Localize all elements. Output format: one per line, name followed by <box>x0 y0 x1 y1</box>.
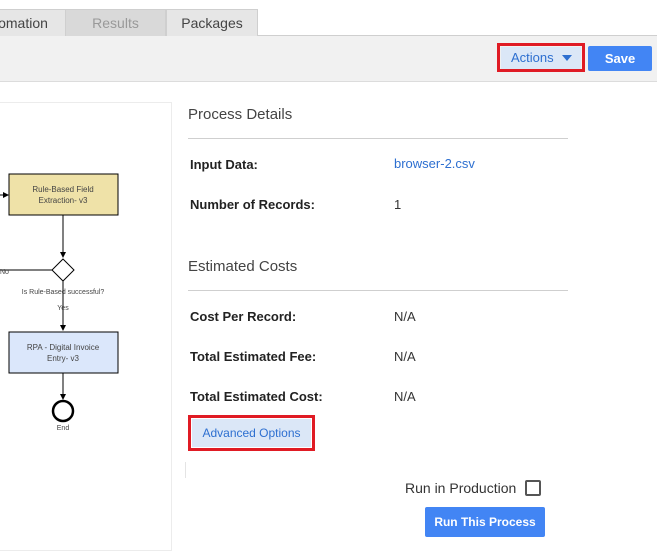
run-process-button[interactable]: Run This Process <box>425 507 545 537</box>
input-data-link[interactable]: browser-2.csv <box>394 156 475 171</box>
footer-divider <box>185 462 186 478</box>
process-details-title: Process Details <box>188 106 293 123</box>
records-value: 1 <box>394 197 402 212</box>
tab-bar: omation Results Packages <box>0 0 657 36</box>
input-data-label: Input Data: <box>190 157 258 172</box>
flow-node-rule-based[interactable]: Rule-Based Field Extraction- v3 <box>8 173 119 216</box>
tab-results[interactable]: Results <box>65 9 166 36</box>
advanced-options-button[interactable]: Advanced Options <box>192 419 311 447</box>
flow-node-rpa-label-1: RPA - Digital Invoice <box>27 343 100 352</box>
flow-decision-diamond[interactable] <box>51 258 75 282</box>
cost-per-record-value: N/A <box>394 309 416 324</box>
caret-down-icon <box>562 55 572 61</box>
total-cost-label: Total Estimated Cost: <box>190 389 323 404</box>
flow-no-label: No <box>0 269 9 276</box>
actions-label: Actions <box>511 50 554 65</box>
total-fee-label: Total Estimated Fee: <box>190 349 317 364</box>
flow-node-rpa-label-2: Entry- v3 <box>47 354 80 363</box>
flow-end-label: End <box>57 425 70 432</box>
flow-yes-label: Yes <box>57 305 69 312</box>
run-in-production-checkbox[interactable] <box>525 480 541 496</box>
total-fee-value: N/A <box>394 349 416 364</box>
flow-node-rule-based-label-2: Extraction- v3 <box>39 196 88 205</box>
tab-packages[interactable]: Packages <box>166 9 258 36</box>
cost-per-record-label: Cost Per Record: <box>190 309 297 324</box>
flow-end-circle[interactable] <box>51 399 75 423</box>
run-in-production-label: Run in Production <box>405 480 517 496</box>
save-button[interactable]: Save <box>588 46 652 71</box>
process-details-divider <box>188 138 568 139</box>
records-label: Number of Records: <box>190 197 315 212</box>
tab-automation[interactable]: omation <box>0 9 66 36</box>
flow-node-rule-based-label-1: Rule-Based Field <box>32 185 93 194</box>
estimated-costs-title: Estimated Costs <box>188 258 298 275</box>
actions-dropdown-button[interactable]: Actions <box>501 47 581 69</box>
flow-node-rpa[interactable]: RPA - Digital Invoice Entry- v3 <box>8 331 119 374</box>
process-flow-diagram: Rule-Based Field Extraction- v3 No Is Ru… <box>0 173 119 432</box>
total-cost-value: N/A <box>394 389 416 404</box>
estimated-costs-divider <box>188 290 568 291</box>
